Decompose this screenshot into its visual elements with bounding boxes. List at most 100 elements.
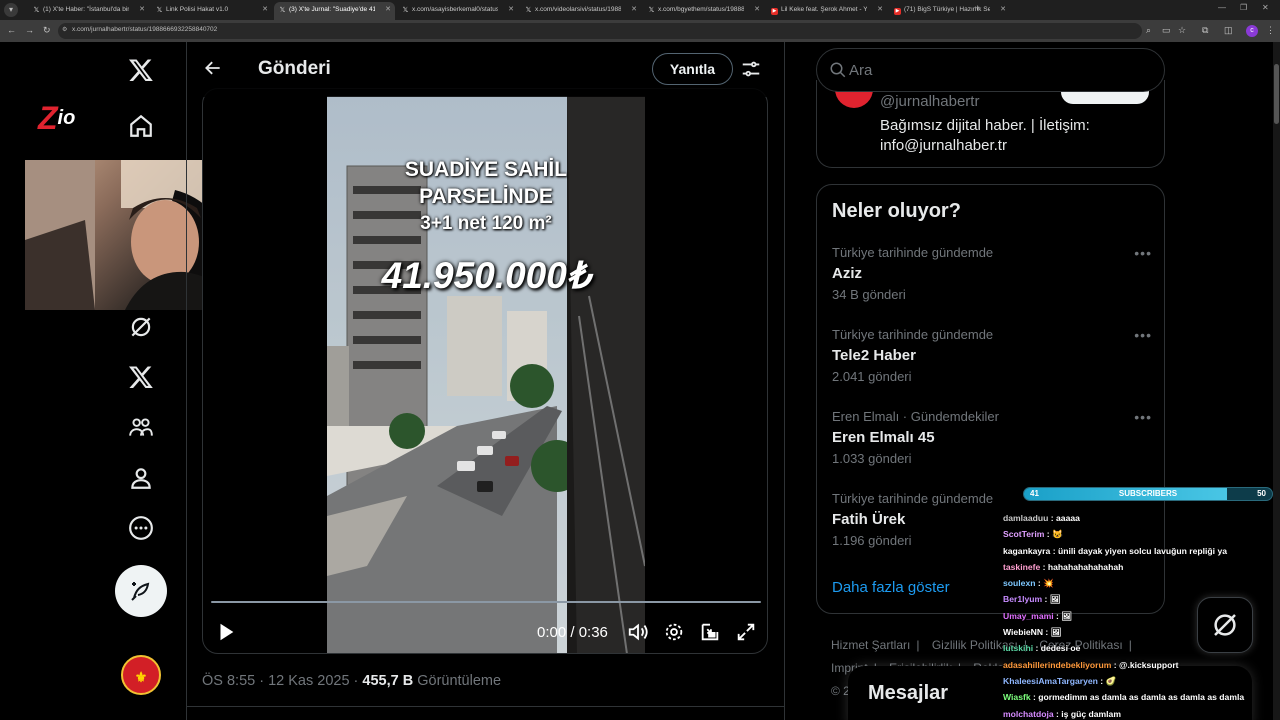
grok-icon[interactable] <box>121 307 161 347</box>
premium-x-icon[interactable] <box>121 357 161 397</box>
chat-username[interactable]: Wiasfk <box>1003 692 1031 702</box>
chat-message: damlaaduu : aaaaa <box>1003 510 1278 526</box>
tab-close-icon[interactable]: ✕ <box>754 2 760 18</box>
back-button[interactable] <box>203 58 223 83</box>
trend-more-icon[interactable]: ••• <box>1134 409 1152 425</box>
chat-username[interactable]: kagankayra <box>1003 546 1050 556</box>
chat-username[interactable]: lutskihi <box>1003 643 1033 653</box>
overlay-line-3: 3+1 net 120 m² <box>420 213 552 234</box>
browser-tab[interactable]: ▶ Lil Keke feat. Şerok Ahmet - You ✕ <box>766 2 887 20</box>
post-timestamp[interactable]: ÖS 8:55 · 12 Kas 2025 · <box>202 673 362 689</box>
reload-icon[interactable]: ↻ <box>43 25 51 36</box>
tab-close-icon[interactable]: ✕ <box>1000 2 1006 18</box>
browser-tab[interactable]: ▶ (71) BigS Türkiye | Hazırlık Sezo ✕ <box>889 2 1010 20</box>
play-button[interactable] <box>215 621 237 648</box>
chat-text: : hahahahahahahah <box>1040 561 1124 572</box>
reply-filter-button[interactable] <box>740 58 762 85</box>
browser-tab[interactable]: 𝕏x.com/bgyethem/status/19888 ✕ <box>643 2 764 20</box>
close-window-icon[interactable]: ✕ <box>1262 3 1269 12</box>
home-icon[interactable] <box>121 106 161 146</box>
follow-button[interactable] <box>1061 90 1149 104</box>
trend-item[interactable]: Eren Elmalı · Gündemdekiler Eren Elmalı … <box>832 409 1152 479</box>
account-avatar[interactable]: ⚜ <box>121 655 161 695</box>
chat-username[interactable]: KhaleesiAmaTargaryen <box>1003 676 1098 686</box>
zoom-icon[interactable]: ⌕ <box>1146 25 1151 36</box>
profile-icon[interactable] <box>121 458 161 498</box>
feather-plus-icon <box>131 582 150 601</box>
subscriber-label: SUBSCRIBERS <box>1118 489 1178 498</box>
more-options-icon[interactable] <box>121 508 161 548</box>
browser-tab[interactable]: 𝕏x.com/asayisberkemal0/status ✕ <box>397 2 518 20</box>
fullscreen-button[interactable] <box>735 621 757 648</box>
tab-title: x.com/bgyethem/status/19888 <box>658 6 744 13</box>
trend-more-icon[interactable]: ••• <box>1134 245 1152 261</box>
extensions-icon[interactable]: ⧉ <box>1202 25 1208 36</box>
video-frame[interactable]: SUADİYE SAHİL PARSELİNDE 3+1 net 120 m² … <box>327 96 645 653</box>
x-icon: 𝕏 <box>156 7 163 14</box>
search-input[interactable] <box>849 49 1149 91</box>
tab-title: x.com/asayisberkemal0/status <box>412 6 498 13</box>
tab-close-icon[interactable]: ✕ <box>139 2 145 18</box>
search-box <box>816 48 1165 92</box>
tab-close-icon[interactable]: ✕ <box>262 2 268 18</box>
tab-close-icon[interactable]: ✕ <box>877 2 883 18</box>
address-bar[interactable]: ⚙ x.com/jurnalhabertr/status/19886669322… <box>58 23 1142 39</box>
chat-text: : @.kicksupport <box>1111 659 1179 670</box>
chat-username[interactable]: Umay_mami <box>1003 611 1054 621</box>
terms-link[interactable]: Hizmet Şartları <box>831 638 910 652</box>
tab-close-icon[interactable]: ✕ <box>508 2 514 18</box>
browser-tab[interactable]: 𝕏 (1) X'te Haber: "İstanbul'da bir ✕ <box>28 2 149 20</box>
maximize-icon[interactable]: ❐ <box>1240 3 1247 12</box>
compose-post-button[interactable] <box>115 565 167 617</box>
chat-username[interactable]: WiebieNN <box>1003 627 1043 637</box>
video-player[interactable]: SUADİYE SAHİL PARSELİNDE 3+1 net 120 m² … <box>202 88 768 654</box>
x-icon: 𝕏 <box>402 7 409 14</box>
trend-more-icon[interactable]: ••• <box>1134 327 1152 343</box>
browser-tab[interactable]: 𝕏 Link Polisi Hakat v1.0 ✕ <box>151 2 272 20</box>
settings-button[interactable] <box>663 621 685 648</box>
volume-button[interactable] <box>627 621 649 648</box>
youtube-icon: ▶ <box>894 8 901 15</box>
reply-button[interactable]: Yanıtla <box>652 53 733 85</box>
chat-username[interactable]: molchatdoja <box>1003 709 1054 719</box>
scrollbar-thumb[interactable] <box>1274 64 1279 124</box>
chat-text: : aaaaa <box>1048 513 1080 523</box>
video-progress-bar[interactable] <box>211 601 761 603</box>
tab-title: Lil Keke feat. Şerok Ahmet - You <box>781 6 867 13</box>
bookmark-star-icon[interactable]: ☆ <box>1178 25 1186 36</box>
communities-icon[interactable] <box>121 407 161 447</box>
chat-username[interactable]: Ber1lyum <box>1003 594 1042 604</box>
x-icon: 𝕏 <box>525 7 532 14</box>
author-handle[interactable]: @jurnalhabertr <box>880 93 979 110</box>
stream-chat: damlaaduu : aaaaa ScotTerim : 😺 kagankayra… <box>1003 510 1278 720</box>
browser-menu-icon[interactable]: ⋮ <box>1266 25 1275 36</box>
cast-icon[interactable]: ▭ <box>1162 25 1171 36</box>
new-tab-button[interactable]: + <box>975 3 980 13</box>
chat-username[interactable]: soulexn <box>1003 578 1035 588</box>
tab-search-icon[interactable]: ▾ <box>4 3 18 17</box>
tab-close-icon[interactable]: ✕ <box>631 2 637 18</box>
forward-nav-icon[interactable]: → <box>25 25 34 35</box>
x-logo-icon[interactable] <box>121 50 161 90</box>
chat-username[interactable]: damlaaduu <box>1003 513 1048 523</box>
sliders-icon <box>742 61 760 77</box>
pip-button[interactable] <box>699 621 721 648</box>
tab-close-icon[interactable]: ✕ <box>385 2 391 18</box>
browser-tab[interactable]: 𝕏x.com/videolarsivi/status/1988 ✕ <box>520 2 641 20</box>
chat-text: : gormedimm as damla as damla as damla a… <box>1030 692 1245 703</box>
volume-icon <box>628 623 648 641</box>
view-count: 455,7 B <box>362 673 414 689</box>
chat-username[interactable]: taskinefe <box>1003 562 1040 572</box>
back-nav-icon[interactable]: ← <box>7 25 16 35</box>
trend-item[interactable]: Türkiye tarihinde gündemde Aziz 34 B gön… <box>832 245 1152 315</box>
site-info-icon[interactable]: ⚙ <box>62 26 67 33</box>
minimize-icon[interactable]: — <box>1218 3 1226 12</box>
show-more-link[interactable]: Daha fazla göster <box>832 579 950 596</box>
sidebar-icon[interactable]: ◫ <box>1224 25 1233 36</box>
browser-profile-avatar[interactable]: c <box>1246 25 1258 37</box>
chat-username[interactable]: adasahillerindebekliyorum <box>1003 660 1111 670</box>
chat-username[interactable]: ScotTerim <box>1003 529 1044 539</box>
trend-item[interactable]: Türkiye tarihinde gündemde Tele2 Haber 2… <box>832 327 1152 397</box>
browser-tab[interactable]: 𝕏 (3) X'te Jurnal: "Suadiye'de 41.9 ✕ <box>274 2 395 20</box>
back-arrow-icon <box>205 61 220 75</box>
